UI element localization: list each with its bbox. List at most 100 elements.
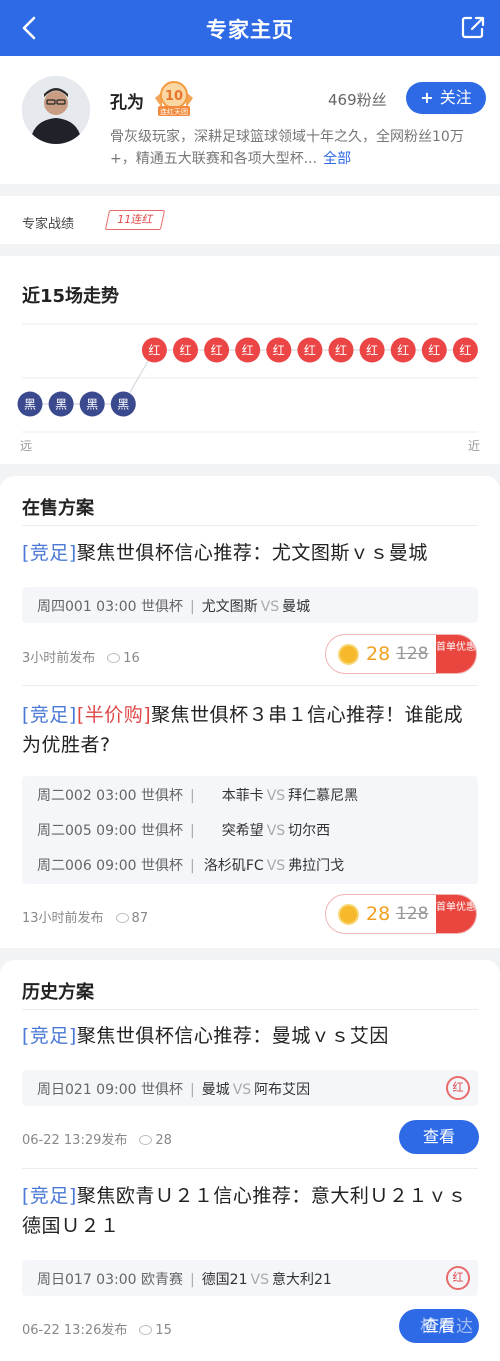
match-info: 周日017 03:00 欧青赛 (37, 1272, 183, 1288)
match-info: 周二002 03:00 世俱杯 (37, 788, 183, 804)
publish-time: 3小时前发布 (22, 651, 96, 666)
away-team: 拜仁慕尼黑 (288, 788, 359, 804)
expert-name: 孔为 (110, 93, 144, 113)
match-box: 周四001 03:00 世俱杯 | 尤文图斯 VS 曼城 (22, 587, 478, 623)
view-count: 15 (155, 1323, 172, 1338)
divider: | (189, 1082, 195, 1098)
result-seal-icon: 红 (446, 1266, 470, 1290)
half-price-tag: [半价购] (76, 704, 152, 726)
vs-label: VS (266, 823, 286, 839)
promo-badge: 首单优惠 (436, 635, 476, 673)
home-team: 曼城 (201, 1082, 230, 1098)
plan-meta: 06-22 13:29发布 28 (22, 1129, 172, 1148)
price-button[interactable]: 28 128 首单优惠 (325, 894, 477, 934)
trend-point: 红 (297, 337, 323, 363)
fans-count: 469粉丝 (328, 91, 387, 109)
plan-title[interactable]: [竞足]聚焦世俱杯信心推荐：曼城ｖｓ艾因 (22, 1021, 478, 1051)
match-row: 周日021 09:00 世俱杯 | 曼城 VS 阿布艾因 (37, 1079, 310, 1099)
trend-point: 红 (390, 337, 416, 363)
trend-point-label: 黑 (24, 398, 36, 412)
top-bar: 专家主页 (0, 0, 500, 56)
watermark: 松辰达 (420, 1317, 474, 1337)
divider: | (189, 823, 195, 839)
trend-chart: 黑 黑 黑 黑 红 红 红 红 红 红 红 红 红 红 红 (17, 323, 478, 433)
trend-point-label: 红 (428, 343, 440, 358)
trend-point-label: 红 (211, 343, 223, 358)
home-team: 突希望 (221, 823, 264, 839)
trend-point: 黑 (79, 391, 105, 417)
match-row: 周日017 03:00 欧青赛 | 德国21 VS 意大利21 (37, 1269, 332, 1289)
plan-title[interactable]: [竞足]聚焦欧青Ｕ２１信心推荐：意大利Ｕ２１ｖｓ德国Ｕ２１ (22, 1181, 478, 1241)
divider: | (189, 1272, 195, 1288)
plan-title-text: 聚焦欧青Ｕ２１信心推荐：意大利Ｕ２１ｖｓ德国Ｕ２１ (22, 1185, 467, 1237)
medal-badge-icon: 10 连红天团 (155, 81, 193, 116)
plan-title-text: 聚焦世俱杯信心推荐：曼城ｖｓ艾因 (76, 1025, 389, 1047)
publish-time: 13小时前发布 (22, 911, 104, 926)
medal-number: 10 (165, 89, 183, 104)
trend-point-label: 红 (273, 343, 285, 358)
plan-tag: [竞足] (22, 542, 77, 564)
follow-button[interactable]: + 关注 (406, 82, 486, 114)
away-team: 阿布艾因 (254, 1082, 311, 1098)
plan-meta: 13小时前发布 87 (22, 907, 148, 926)
price: 28 (366, 903, 391, 925)
near-label: 近 (467, 439, 480, 453)
divider: | (189, 788, 195, 804)
coin-icon (338, 904, 359, 925)
away-team: 切尔西 (288, 823, 331, 839)
match-box: 周二002 03:00 世俱杯 | 本菲卡 VS 拜仁慕尼黑 周二005 09:00 世… (22, 776, 478, 884)
bio-content: 骨灰级玩家，深耕足球篮球领域十年之久，全网粉丝10万+，精通五大联赛和各项大型杯… (110, 129, 464, 167)
follow-label: 关注 (439, 88, 472, 107)
promo-badge: 首单优惠 (436, 895, 476, 933)
vs-label: VS (232, 1082, 252, 1098)
publish-time: 06-22 13:29发布 (22, 1133, 128, 1148)
plan-title[interactable]: [竞足]聚焦世俱杯信心推荐：尤文图斯ｖｓ曼城 (22, 538, 478, 568)
trend-point: 红 (173, 337, 198, 363)
divider (22, 685, 478, 686)
divider (22, 1009, 478, 1010)
home-team: 洛杉矶FC (203, 858, 264, 874)
match-info: 周四001 03:00 世俱杯 (37, 599, 183, 615)
match-info: 周日021 09:00 世俱杯 (37, 1082, 183, 1098)
away-team: 弗拉门戈 (288, 858, 345, 874)
vs-label: VS (260, 599, 280, 615)
match-info: 周二006 09:00 世俱杯 (37, 858, 183, 874)
person-icon (22, 76, 90, 144)
match-row: 周二005 09:00 世俱杯 | 突希望 VS 切尔西 (37, 820, 330, 840)
vs-label: VS (250, 1272, 269, 1288)
eye-icon (115, 913, 129, 923)
trend-point-label: 红 (459, 343, 471, 358)
trend-point-label: 黑 (117, 398, 129, 412)
away-team: 曼城 (282, 599, 311, 615)
plan-tag: [竞足] (22, 1025, 77, 1047)
home-team: 尤文图斯 (201, 599, 258, 615)
original-price: 128 (396, 644, 429, 664)
plan-meta: 3小时前发布 16 (22, 647, 140, 666)
view-button[interactable]: 查看 (399, 1120, 479, 1154)
record-strip: 专家战绩 11连红 (0, 196, 500, 244)
price-button[interactable]: 28 128 首单优惠 (325, 634, 477, 674)
plan-tag: [竞足] (22, 704, 77, 726)
eye-icon (139, 1325, 153, 1335)
plan-title[interactable]: [竞足][半价购]聚焦世俱杯３串１信心推荐！谁能成为优胜者? (22, 700, 478, 760)
trend-point-label: 黑 (86, 398, 98, 412)
share-icon[interactable] (460, 14, 486, 40)
avatar[interactable] (22, 76, 90, 144)
plan-meta: 06-22 13:26发布 15 (22, 1319, 172, 1338)
home-team: 本菲卡 (221, 788, 264, 804)
trend-point-label: 红 (397, 343, 409, 358)
trend-point: 黑 (110, 391, 136, 417)
trend-panel: 近15场走势 黑黑黑黑红红红红红红红红红红红 远 近 (0, 256, 500, 464)
trend-point: 红 (452, 337, 478, 363)
trend-point: 红 (235, 337, 261, 363)
match-row: 周四001 03:00 世俱杯 | 尤文图斯 VS 曼城 (37, 596, 310, 616)
on-sale-section: 在售方案 [竞足]聚焦世俱杯信心推荐：尤文图斯ｖｓ曼城 周四001 03:00 … (0, 476, 500, 948)
plus-icon: + (420, 88, 434, 107)
trend-point-label: 红 (242, 343, 254, 358)
bio-text: 骨灰级玩家，深耕足球篮球领域十年之久，全网粉丝10万+，精通五大联赛和各项大型杯… (110, 126, 482, 170)
trend-point: 黑 (17, 391, 43, 417)
trend-point-label: 红 (148, 343, 160, 358)
bio-more-link[interactable]: 全部 (323, 151, 351, 167)
medal-caption: 连红天团 (160, 107, 188, 116)
match-row: 周二002 03:00 世俱杯 | 本菲卡 VS 拜仁慕尼黑 (37, 785, 358, 805)
